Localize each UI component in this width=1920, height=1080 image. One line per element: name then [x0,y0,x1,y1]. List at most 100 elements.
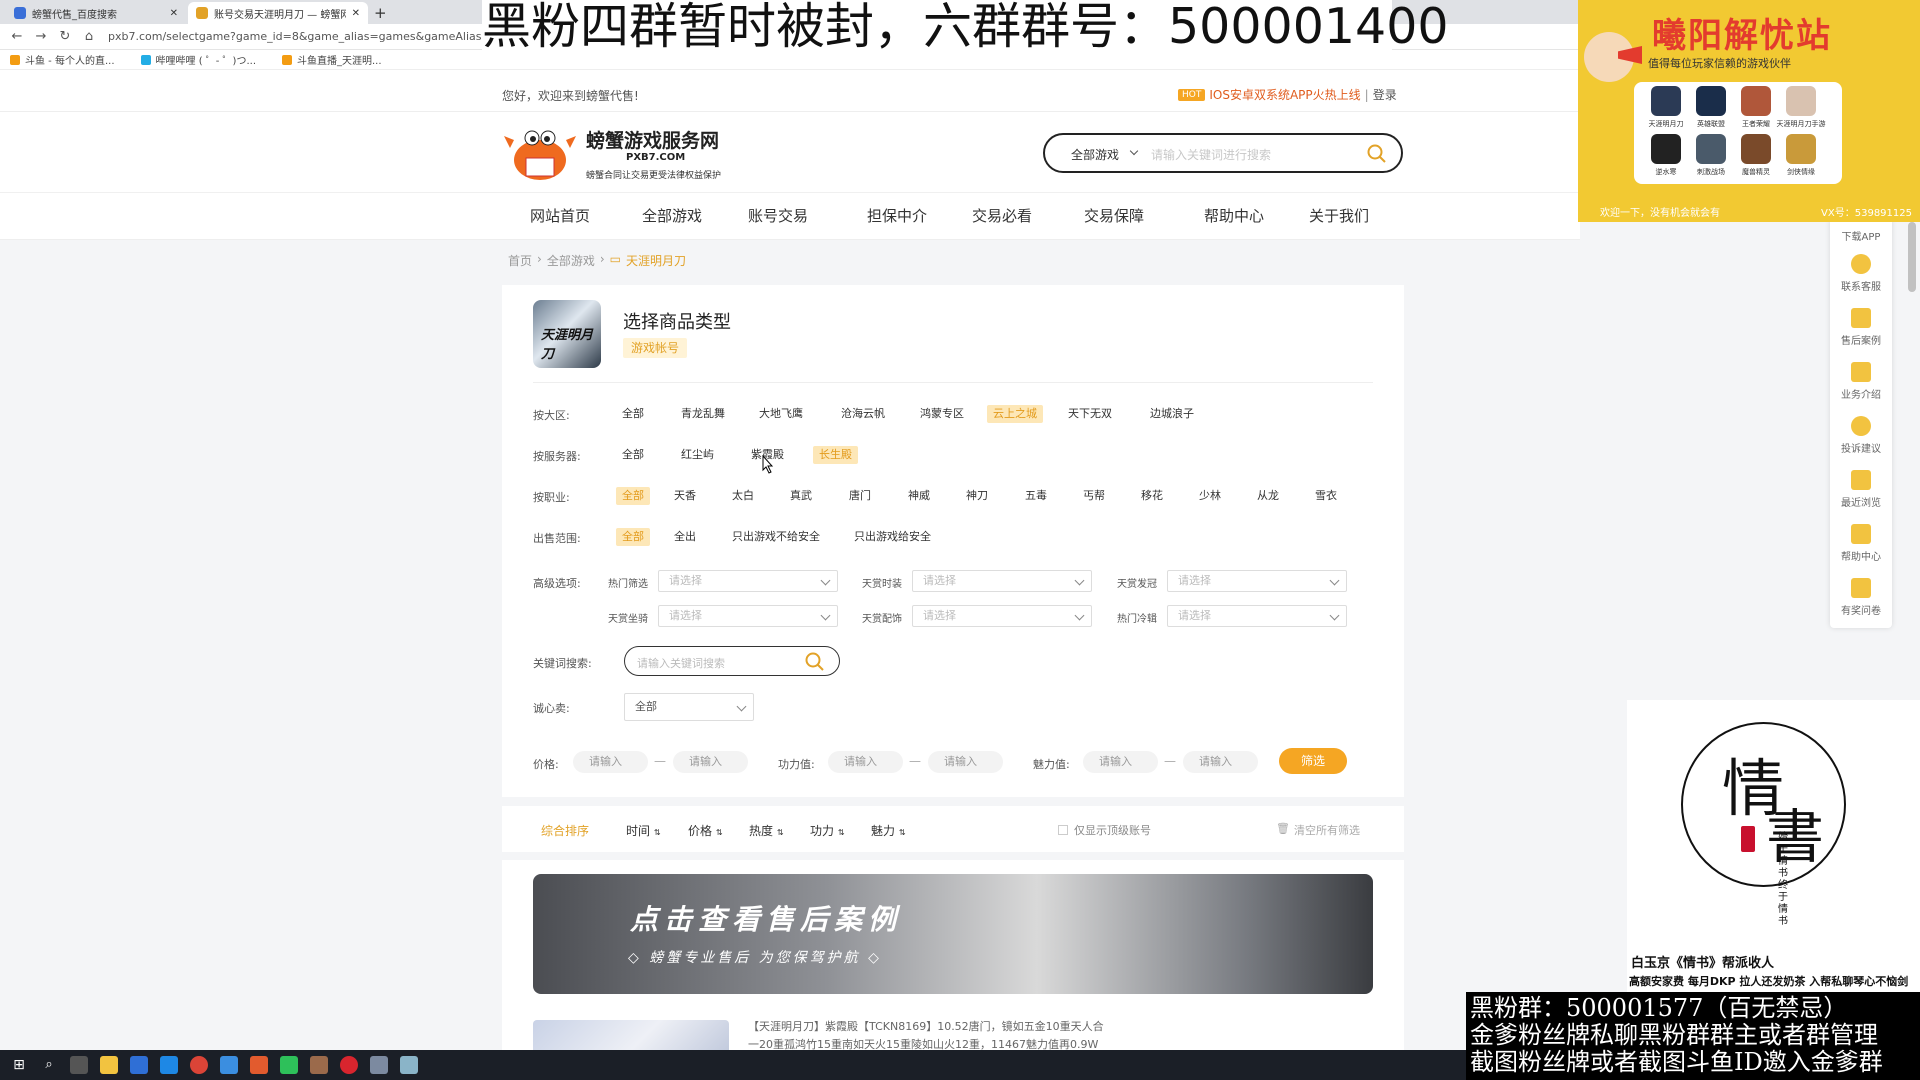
server-chip[interactable]: 红尘屿 [675,446,720,464]
close-tab-icon[interactable]: ✕ [170,8,178,19]
wechat-icon[interactable] [280,1056,298,1074]
class-chip[interactable]: 移花 [1135,487,1169,505]
class-chip[interactable]: 从龙 [1251,487,1285,505]
class-chip[interactable]: 太白 [726,487,760,505]
close-tab-icon[interactable]: ✕ [352,8,360,19]
price-min-input[interactable]: 请输入 [573,751,648,773]
sort-power[interactable]: 功力 ⇅ [810,822,845,839]
reload-icon[interactable]: ↻ [56,28,74,46]
region-chip[interactable]: 沧海云帆 [835,405,891,423]
hot-filter-dropdown[interactable]: 请选择 [658,570,838,592]
keyword-input[interactable]: 请输入关键词搜索 [637,655,725,671]
app-icon[interactable] [220,1056,238,1074]
url-field[interactable]: pxb7.com/selectgame?game_id=8&game_alias… [108,28,508,46]
class-chip[interactable]: 雪衣 [1309,487,1343,505]
top-only-toggle[interactable]: 仅显示顶级账号 [1058,822,1151,838]
task-view-icon[interactable] [70,1056,88,1074]
windows-start-icon[interactable]: ⊞ [10,1056,28,1074]
region-chip[interactable]: 大地飞鹰 [753,405,809,423]
server-chip[interactable]: 长生殿 [813,446,858,464]
filter-button[interactable]: 筛选 [1279,748,1347,774]
nav-help[interactable]: 帮助中心 [1204,192,1264,240]
sidebar-recent[interactable]: 最近浏览 [1830,470,1892,509]
sort-default[interactable]: 综合排序 [541,822,589,839]
back-icon[interactable]: ← [8,28,26,46]
nav-escrow[interactable]: 担保中介 [867,192,927,240]
charm-min-input[interactable]: 请输入 [1083,751,1158,773]
class-chip[interactable]: 真武 [784,487,818,505]
region-chip[interactable]: 边城浪子 [1144,405,1200,423]
price-max-input[interactable]: 请输入 [673,751,748,773]
accessory-dropdown[interactable]: 请选择 [912,605,1092,627]
search-scope-select[interactable]: 全部游戏 [1071,146,1119,163]
cold-dropdown[interactable]: 请选择 [1167,605,1347,627]
netease-music-icon[interactable] [340,1056,358,1074]
sale-chip[interactable]: 全出 [668,528,702,546]
sale-chip[interactable]: 只出游戏不给安全 [726,528,826,546]
bookmark-item[interactable]: 斗鱼直播_天涯明... [282,52,382,67]
sale-chip[interactable]: 全部 [616,528,650,546]
search-icon[interactable] [805,652,825,672]
class-chip[interactable]: 神刀 [960,487,994,505]
sidebar-business[interactable]: 业务介绍 [1830,362,1892,401]
app-link[interactable]: IOS安卓双系统APP火热上线 [1209,86,1360,103]
file-explorer-icon[interactable] [100,1056,118,1074]
app-icon[interactable] [400,1056,418,1074]
mail-icon[interactable] [160,1056,178,1074]
nav-about[interactable]: 关于我们 [1309,192,1369,240]
server-chip[interactable]: 全部 [616,446,650,464]
search-input[interactable]: 请输入关键词进行搜索 [1151,146,1271,163]
site-logo[interactable]: 螃蟹游戏服务网 PXB7.COM 螃蟹合同让交易更受法律权益保护 [502,118,752,190]
browser-tab[interactable]: 螃蟹代售_百度搜索 ✕ [6,2,186,24]
home-icon[interactable]: ⌂ [80,28,98,46]
checkbox[interactable] [1058,825,1068,835]
region-chip[interactable]: 青龙乱舞 [675,405,731,423]
class-chip[interactable]: 全部 [616,487,650,505]
bookmark-item[interactable]: 哔哩哔哩 ( ゜- ゜)つ... [140,52,256,67]
bookmark-item[interactable]: 斗鱼 - 每个人的直... [10,52,115,67]
region-chip[interactable]: 鸿蒙专区 [914,405,970,423]
hair-dropdown[interactable]: 请选择 [1167,570,1347,592]
sort-heat[interactable]: 热度 ⇅ [749,822,784,839]
type-badge[interactable]: 游戏帐号 [623,338,688,358]
sort-price[interactable]: 价格 ⇅ [688,822,723,839]
nav-all-games[interactable]: 全部游戏 [642,192,702,240]
nav-guarantee[interactable]: 交易保障 [1084,192,1144,240]
scrollbar[interactable] [1908,222,1916,292]
region-chip[interactable]: 天下无双 [1062,405,1118,423]
breadcrumb-home[interactable]: 首页 [508,252,532,269]
sort-time[interactable]: 时间 ⇅ [626,822,661,839]
sort-charm[interactable]: 魅力 ⇅ [871,822,906,839]
forward-icon[interactable]: → [32,28,50,46]
keyword-search-box[interactable]: 请输入关键词搜索 [624,646,840,676]
nav-account-trade[interactable]: 账号交易 [748,192,808,240]
power-min-input[interactable]: 请输入 [828,751,903,773]
chrome-icon[interactable] [190,1056,208,1074]
game-app-icon[interactable] [310,1056,328,1074]
class-chip[interactable]: 五毒 [1019,487,1053,505]
sidebar-help[interactable]: 帮助中心 [1830,524,1892,563]
listing-description[interactable]: 【天涯明月刀】紫霞殿【TCKN8169】10.52唐门，镜如五金10重天人合 一… [748,1018,1368,1054]
new-tab-button[interactable]: + [374,4,387,22]
nav-home[interactable]: 网站首页 [530,192,590,240]
class-chip[interactable]: 唐门 [843,487,877,505]
power-max-input[interactable]: 请输入 [928,751,1003,773]
sidebar-complaint[interactable]: 投诉建议 [1830,416,1892,455]
sale-chip[interactable]: 只出游戏给安全 [848,528,937,546]
browser-tab-active[interactable]: 账号交易天涯明月刀 — 螃蟹网络 ✕ [188,2,368,24]
nav-must-read[interactable]: 交易必看 [972,192,1032,240]
class-chip[interactable]: 神威 [902,487,936,505]
charm-max-input[interactable]: 请输入 [1183,751,1258,773]
search-icon[interactable] [1367,144,1387,164]
sidebar-survey[interactable]: 有奖问卷 [1830,578,1892,617]
region-chip[interactable]: 云上之城 [987,405,1043,423]
mount-dropdown[interactable]: 请选择 [658,605,838,627]
sidebar-download-app[interactable]: 下载APP [1830,228,1892,243]
class-chip[interactable]: 少林 [1193,487,1227,505]
class-chip[interactable]: 天香 [668,487,702,505]
store-icon[interactable] [130,1056,148,1074]
costume-dropdown[interactable]: 请选择 [912,570,1092,592]
sidebar-after-sales[interactable]: 售后案例 [1830,308,1892,347]
class-chip[interactable]: 丐帮 [1077,487,1111,505]
search-icon[interactable]: ⌕ [40,1056,58,1074]
